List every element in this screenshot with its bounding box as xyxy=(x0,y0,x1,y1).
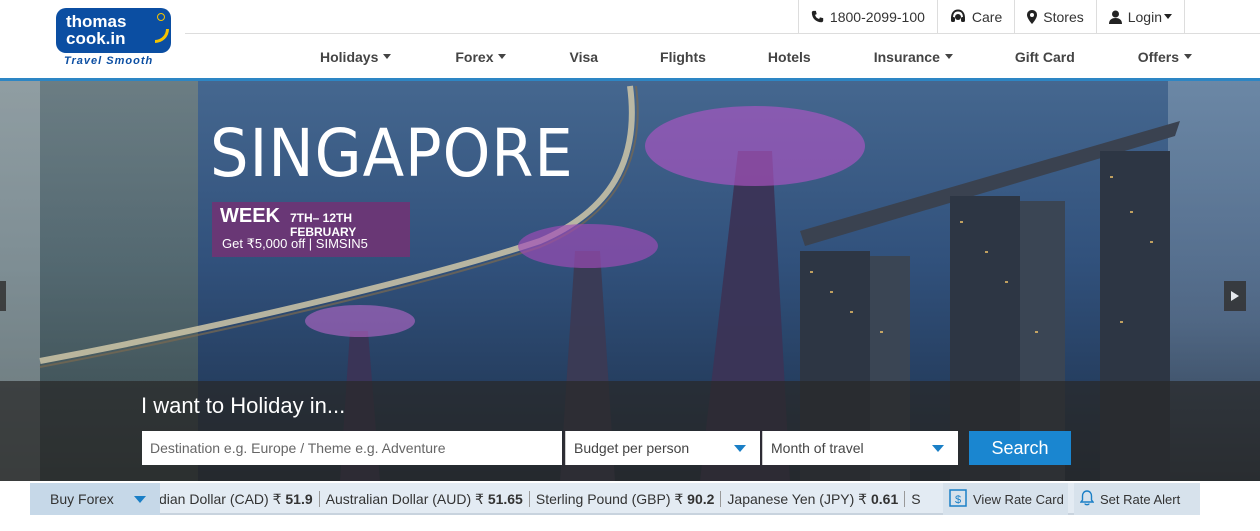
view-rate-card-button[interactable]: $ View Rate Card xyxy=(943,483,1068,515)
search-button[interactable]: Search xyxy=(969,431,1071,465)
bell-icon xyxy=(1079,489,1095,509)
logo[interactable]: thomas cook.in Travel Smooth xyxy=(56,8,171,67)
nav-item-label: Offers xyxy=(1137,48,1179,65)
svg-text:$: $ xyxy=(955,494,961,506)
forex-rate-item[interactable]: Australian Dollar (AUD) ₹ 51.65 xyxy=(320,491,530,507)
nav-item-insurance[interactable]: Insurance xyxy=(874,49,953,65)
nav-item-label: Visa xyxy=(569,48,599,65)
nav-item-forex[interactable]: Forex xyxy=(455,48,507,65)
nav-item-flights[interactable]: Flights xyxy=(660,49,706,65)
forex-rate-value: 90.2 xyxy=(687,491,715,507)
promo-badge: WEEK 7TH– 12TH FEBRUARY Get ₹5,000 off |… xyxy=(212,202,410,257)
chevron-down-icon xyxy=(383,54,392,59)
hero-banner[interactable]: SINGAPORE WEEK 7TH– 12TH FEBRUARY Get ₹5… xyxy=(0,81,1260,481)
view-rate-card-label: View Rate Card xyxy=(973,491,1064,507)
forex-rate-currency: S xyxy=(911,491,921,507)
stores-link[interactable]: Stores xyxy=(1015,0,1097,33)
nav-item-gift-card[interactable]: Gift Card xyxy=(1015,49,1075,65)
holiday-search-panel: I want to Holiday in... Budget per perso… xyxy=(0,381,1260,481)
search-heading: I want to Holiday in... xyxy=(141,393,346,418)
login-label: Login xyxy=(1127,8,1162,25)
chevron-down-icon xyxy=(1183,54,1192,59)
chevron-down-icon xyxy=(498,54,507,59)
phone-icon xyxy=(811,10,824,23)
promo-title: SINGAPORE xyxy=(210,115,574,192)
phone-link[interactable]: 1800-2099-100 xyxy=(799,0,938,33)
nav-item-label: Flights xyxy=(660,48,706,65)
set-rate-alert-label: Set Rate Alert xyxy=(1100,491,1181,507)
promo-week: WEEK xyxy=(220,205,280,227)
carousel-prev-button[interactable] xyxy=(0,281,6,311)
forex-rate-list: dian Dollar (CAD) ₹ 51.9 Australian Doll… xyxy=(160,483,927,515)
chevron-down-icon xyxy=(944,54,953,59)
care-label: Care xyxy=(971,8,1003,25)
rate-card-icon: $ xyxy=(949,488,967,510)
forex-rate-value: 51.65 xyxy=(487,491,523,507)
chevron-down-icon xyxy=(1164,14,1172,19)
stores-label: Stores xyxy=(1043,8,1084,25)
nav-item-label: Gift Card xyxy=(1014,48,1075,65)
nav-item-label: Insurance xyxy=(873,48,940,65)
nav-item-label: Forex xyxy=(455,48,494,65)
forex-rate-item[interactable]: Sterling Pound (GBP) ₹ 90.2 xyxy=(530,491,722,507)
top-links: 1800-2099-100 Care Stores Login xyxy=(797,0,1185,33)
nav-item-hotels[interactable]: Hotels xyxy=(768,49,811,65)
forex-strip: Buy Forex dian Dollar (CAD) ₹ 51.9 Austr… xyxy=(30,483,1200,515)
promo-dates: 7TH– 12TH FEBRUARY xyxy=(290,211,357,239)
nav-item-visa[interactable]: Visa xyxy=(569,49,598,65)
budget-select[interactable]: Budget per person xyxy=(565,431,760,465)
user-icon xyxy=(1108,10,1122,24)
main-nav: Holidays Forex Visa Flights Hotels Insur… xyxy=(290,34,1192,79)
budget-select-label: Budget per person xyxy=(574,440,690,456)
forex-rate-item[interactable]: dian Dollar (CAD) ₹ 51.9 xyxy=(160,491,320,507)
month-select[interactable]: Month of travel xyxy=(762,431,958,465)
carousel-next-button[interactable] xyxy=(1224,281,1246,311)
login-link[interactable]: Login xyxy=(1097,0,1185,33)
forex-rate-currency: Australian Dollar (AUD) ₹ xyxy=(325,491,484,507)
care-link[interactable]: Care xyxy=(938,0,1016,33)
promo-offer: Get ₹5,000 off | SIMSIN5 xyxy=(222,236,368,251)
nav-item-label: Holidays xyxy=(320,48,379,65)
logo-text-line1: thomas xyxy=(66,12,127,31)
play-arrow-icon xyxy=(1231,291,1239,301)
logo-tagline: Travel Smooth xyxy=(64,55,154,67)
destination-input[interactable] xyxy=(142,431,562,465)
forex-bar: Buy Forex dian Dollar (CAD) ₹ 51.9 Austr… xyxy=(0,481,1260,531)
buy-forex-label: Buy Forex xyxy=(50,491,114,507)
logo-registered-icon xyxy=(157,13,165,21)
logo-badge: thomas cook.in xyxy=(56,8,171,53)
chevron-down-icon xyxy=(734,444,746,452)
nav-item-holidays[interactable]: Holidays xyxy=(320,48,392,65)
buy-forex-dropdown[interactable]: Buy Forex xyxy=(30,483,160,515)
forex-rate-currency: dian Dollar (CAD) ₹ xyxy=(160,491,282,507)
forex-rate-currency: Sterling Pound (GBP) ₹ xyxy=(535,491,684,507)
month-select-label: Month of travel xyxy=(771,440,864,456)
headset-icon xyxy=(950,9,966,24)
forex-rate-value: 0.61 xyxy=(870,491,899,507)
page: 1800-2099-100 Care Stores Login thomas c… xyxy=(0,0,1260,531)
forex-rate-currency: Japanese Yen (JPY) ₹ xyxy=(727,491,868,507)
chevron-down-icon xyxy=(134,495,146,503)
chevron-down-icon xyxy=(932,444,944,452)
phone-number: 1800-2099-100 xyxy=(829,8,925,25)
forex-rate-item[interactable]: Japanese Yen (JPY) ₹ 0.61 xyxy=(721,491,906,507)
nav-item-label: Hotels xyxy=(767,48,811,65)
forex-rate-ticker: dian Dollar (CAD) ₹ 51.9 Australian Doll… xyxy=(160,483,943,515)
set-rate-alert-button[interactable]: Set Rate Alert xyxy=(1074,483,1200,515)
map-pin-icon xyxy=(1027,9,1038,24)
nav-item-offers[interactable]: Offers xyxy=(1138,49,1192,65)
forex-rate-item[interactable]: S xyxy=(905,491,926,507)
forex-rate-value: 51.9 xyxy=(285,491,313,507)
top-bar: 1800-2099-100 Care Stores Login xyxy=(0,0,1260,33)
